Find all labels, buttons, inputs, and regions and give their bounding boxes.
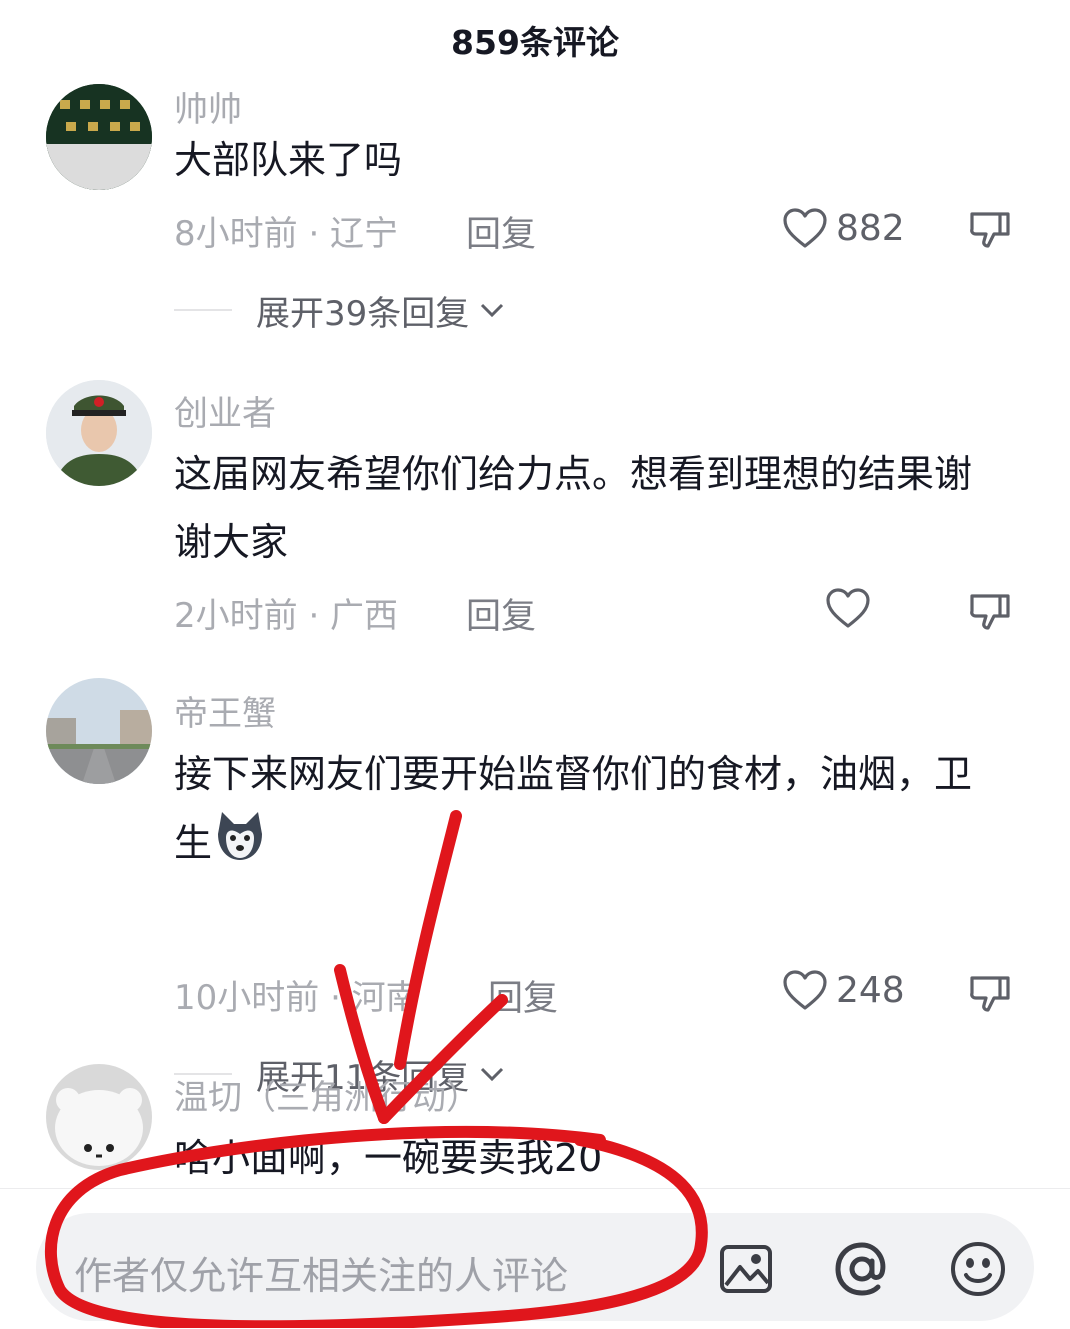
comment-text: 这届网友希望你们给力点。想看到理想的结果谢谢大家 [174, 452, 973, 564]
comment-list[interactable]: 帅帅 大部队来了吗 8小时前 · 辽宁 回复 882 展开39条回复 创业者 这… [0, 80, 1070, 1188]
comment-input-bar: 作者仅允许互相关注的人评论 [0, 1188, 1070, 1329]
heart-icon [783, 970, 827, 1010]
dislike-icon[interactable] [968, 590, 1012, 634]
username[interactable]: 帅帅 [174, 82, 242, 131]
expand-replies-label: 展开39条回复 [256, 293, 470, 334]
like-count: 882 [836, 207, 905, 249]
heart-icon [783, 208, 827, 248]
chevron-down-icon [481, 303, 504, 318]
dislike-icon[interactable] [968, 972, 1012, 1016]
reply-button[interactable]: 回复 [466, 206, 536, 257]
divider-line [174, 309, 232, 311]
comment-time-location: 8小时前 · 辽宁 [174, 214, 399, 254]
comment-text: 啥小面啊，一碗要卖我20 [174, 1136, 603, 1180]
reply-button[interactable]: 回复 [488, 970, 558, 1021]
like-button[interactable]: 248 [782, 966, 905, 1014]
comment-time-location: 2小时前 · 广西 [174, 596, 399, 636]
chevron-down-icon [481, 1067, 504, 1082]
avatar[interactable] [46, 84, 152, 190]
like-button[interactable]: 882 [782, 204, 905, 252]
comment-input-placeholder: 作者仅允许互相关注的人评论 [74, 1254, 569, 1298]
like-count: 248 [836, 969, 905, 1011]
comment-count-title: 859条评论 [451, 23, 619, 62]
heart-icon [826, 588, 870, 628]
image-icon[interactable] [716, 1239, 776, 1299]
comment-time-location: 10小时前 · 河南 [174, 978, 420, 1018]
avatar[interactable] [46, 380, 152, 486]
username[interactable]: 创业者 [174, 386, 276, 435]
username[interactable]: 帝王蟹 [174, 686, 276, 735]
comment-text-content: 接下来网友们要开始监督你们的食材，油烟，卫生 [174, 752, 973, 865]
comment-text: 接下来网友们要开始监督你们的食材，油烟，卫生 [174, 740, 1004, 877]
comment-text: 大部队来了吗 [174, 138, 403, 182]
reply-button[interactable]: 回复 [466, 588, 536, 639]
comment-input[interactable]: 作者仅允许互相关注的人评论 [36, 1213, 1034, 1321]
emoji-icon[interactable] [948, 1239, 1008, 1299]
username[interactable]: 温切（三角洲行动） [174, 1070, 480, 1119]
like-button[interactable] [825, 584, 871, 632]
avatar[interactable] [46, 1064, 152, 1170]
comments-header: 859条评论 [0, 0, 1070, 80]
avatar[interactable] [46, 678, 152, 784]
at-icon[interactable] [832, 1239, 892, 1299]
dislike-icon[interactable] [968, 208, 1012, 252]
husky-emoji-icon [218, 812, 263, 860]
expand-replies-button[interactable]: 展开39条回复 [174, 288, 507, 334]
